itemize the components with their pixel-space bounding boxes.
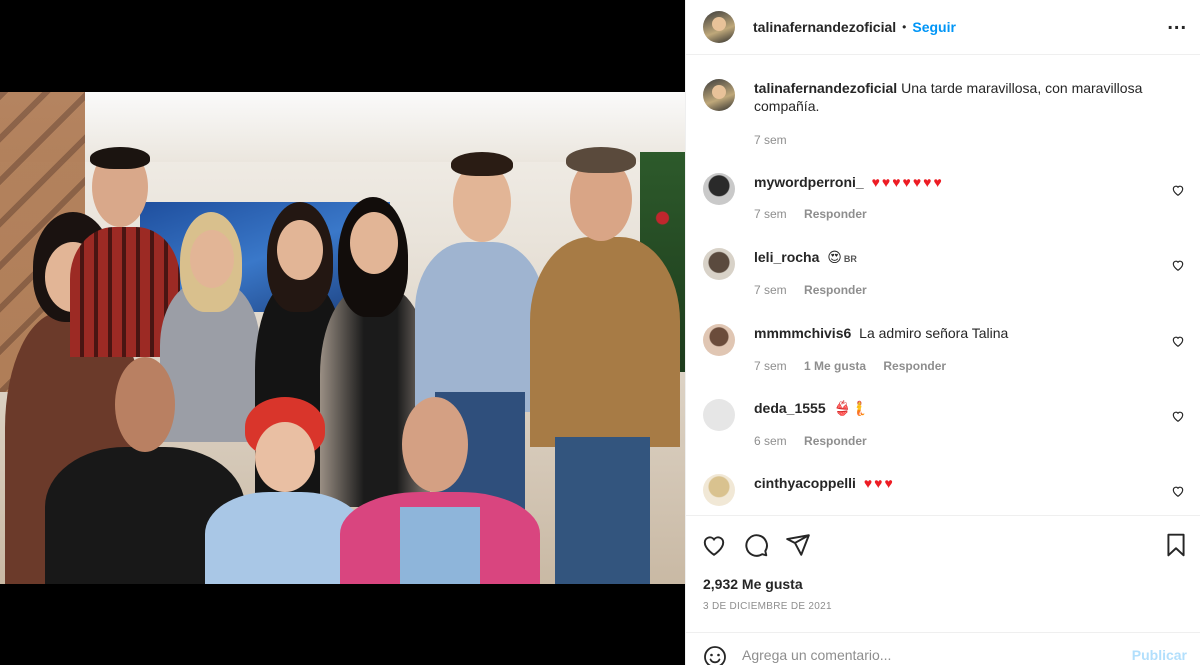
comment-text: mmmmchivis6 La admiro señora Talina [754, 324, 1164, 342]
instagram-post-view: talinafernandezoficial • Seguir ... tali… [0, 0, 1200, 665]
comment-time[interactable]: 7 sem [754, 283, 787, 297]
comment-like-icon[interactable] [1171, 258, 1185, 272]
comment-username[interactable]: mywordperroni_ [754, 174, 864, 190]
comment-flag-tag: BR [843, 254, 857, 264]
post-media [0, 0, 685, 665]
comment-item: mywordperroni_ ♥♥♥♥♥♥♥ 7 sem Responder [703, 173, 1193, 233]
commenter-avatar[interactable] [703, 173, 735, 205]
comment-icon[interactable] [743, 532, 769, 558]
comment-time[interactable]: 6 sem [754, 434, 787, 448]
comment-body: 👙🧜 [833, 400, 869, 416]
caption-username[interactable]: talinafernandezoficial [754, 80, 897, 96]
caption: talinafernandezoficial Una tarde maravill… [703, 79, 1193, 159]
follow-button[interactable]: Seguir [912, 19, 956, 35]
comment-like-icon[interactable] [1171, 409, 1185, 423]
reply-button[interactable]: Responder [804, 207, 867, 221]
comment-time[interactable]: 7 sem [754, 359, 787, 373]
commenter-avatar[interactable] [703, 474, 735, 506]
comment-username[interactable]: leli_rocha [754, 249, 819, 265]
comment-like-icon[interactable] [1171, 183, 1185, 197]
comment-username[interactable]: deda_1555 [754, 400, 826, 416]
comment-like-icon[interactable] [1171, 484, 1185, 498]
post-photo[interactable] [0, 92, 685, 584]
post-date[interactable]: 3 DE DICIEMBRE DE 2021 [703, 601, 832, 612]
header-separator: • [902, 20, 907, 34]
comment-text: mywordperroni_ ♥♥♥♥♥♥♥ [754, 173, 1164, 191]
comment-item: deda_1555 👙🧜 6 sem Responder [703, 399, 1193, 459]
comment-item: mmmmchivis6 La admiro señora Talina 7 se… [703, 324, 1193, 384]
comment-like-icon[interactable] [1171, 334, 1185, 348]
comment-meta: 7 sem Responder [754, 283, 881, 297]
photo-person [340, 397, 540, 584]
comment-text: deda_1555 👙🧜 [754, 399, 1164, 417]
reply-button[interactable]: Responder [804, 434, 867, 448]
comment-meta: 7 sem 1 Me gusta Responder [754, 359, 960, 373]
comment-text: leli_rocha 😍 BR [754, 248, 1164, 268]
bookmark-icon[interactable] [1163, 532, 1189, 558]
comment-meta: 6 sem Responder [754, 434, 881, 448]
comment-time[interactable]: 7 sem [754, 207, 787, 221]
comment-text: cinthyacoppelli ♥♥♥ [754, 474, 1164, 492]
likes-count[interactable]: 2,932 Me gusta [703, 576, 803, 592]
send-icon[interactable] [785, 532, 811, 558]
comment-item: cinthyacoppelli ♥♥♥ [703, 474, 1193, 514]
comment-likes-count[interactable]: 1 Me gusta [804, 359, 866, 373]
comment-username[interactable]: cinthyacoppelli [754, 475, 856, 491]
post-header: talinafernandezoficial • Seguir ... [686, 0, 1200, 55]
commenter-avatar[interactable] [703, 399, 735, 431]
author-username[interactable]: talinafernandezoficial [753, 19, 896, 35]
publish-button[interactable]: Publicar [1132, 647, 1187, 663]
comment-username[interactable]: mmmmchivis6 [754, 325, 851, 341]
caption-meta: 7 sem [754, 133, 801, 147]
reply-button[interactable]: Responder [883, 359, 946, 373]
add-comment-bar: Publicar [686, 632, 1200, 665]
author-avatar[interactable] [703, 11, 735, 43]
comment-body: ♥♥♥ [863, 475, 895, 491]
comment-body: 😍 [827, 249, 842, 265]
commenter-avatar[interactable] [703, 324, 735, 356]
caption-text: talinafernandezoficial Una tarde maravill… [754, 79, 1159, 115]
comment-meta: 7 sem Responder [754, 207, 881, 221]
post-sidebar: talinafernandezoficial • Seguir ... tali… [685, 0, 1200, 665]
comment-body: ♥♥♥♥♥♥♥ [871, 174, 944, 190]
comment-input[interactable] [742, 643, 1122, 665]
post-actions: 2,932 Me gusta 3 DE DICIEMBRE DE 2021 Pu… [686, 515, 1200, 665]
photo-person [530, 147, 680, 584]
emoji-icon[interactable] [703, 645, 727, 665]
caption-avatar[interactable] [703, 79, 735, 111]
commenter-avatar[interactable] [703, 248, 735, 280]
comment-body: La admiro señora Talina [859, 325, 1009, 341]
heart-icon[interactable] [701, 532, 727, 558]
more-options-button[interactable]: ... [1167, 12, 1187, 35]
reply-button[interactable]: Responder [804, 283, 867, 297]
comment-item: leli_rocha 😍 BR 7 sem Responder [703, 248, 1193, 308]
comments-list[interactable]: talinafernandezoficial Una tarde maravill… [686, 55, 1200, 515]
caption-time[interactable]: 7 sem [754, 133, 787, 147]
